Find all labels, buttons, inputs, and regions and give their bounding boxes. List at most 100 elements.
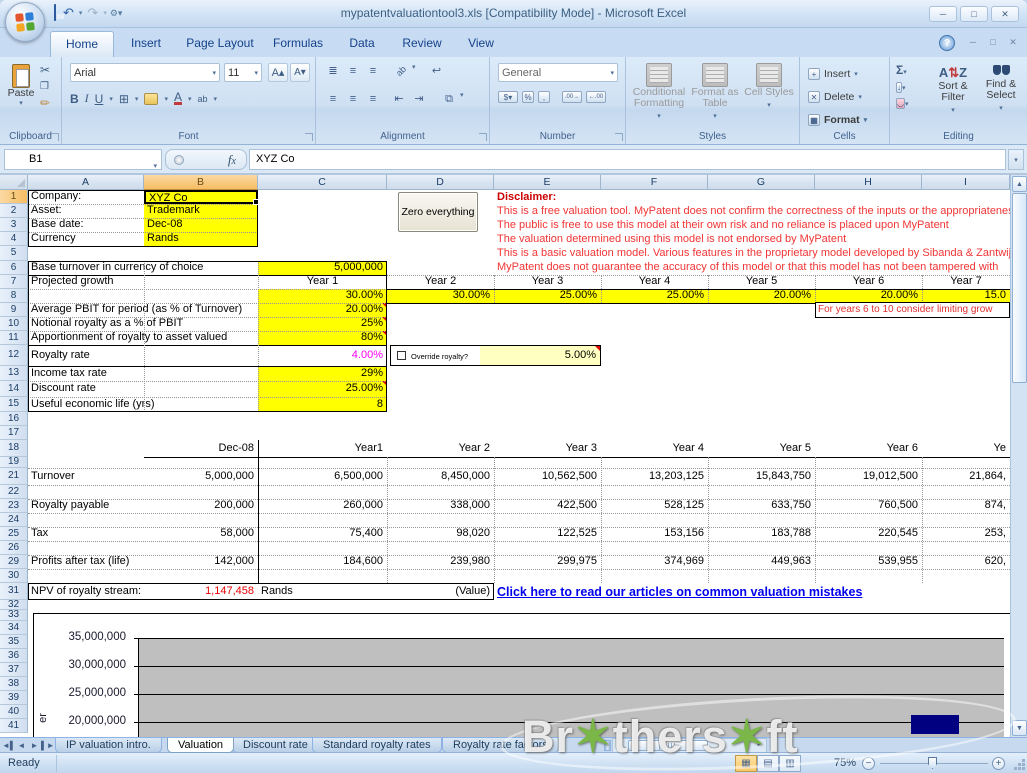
format-painter-icon[interactable]: ✏ [40,96,50,110]
cell-C14[interactable]: 25.00% [258,381,387,397]
cell-A12[interactable]: Royalty rate [28,345,144,366]
qat-customize-button[interactable]: ⚙▾ [110,8,123,19]
cell-I21[interactable]: 21,864, [922,468,1010,485]
cell-I7[interactable]: Year 7 [922,275,1010,289]
cell-F8[interactable]: 25.00% [601,289,708,303]
fill-button[interactable]: ↓▾ [896,81,909,93]
cell-C31[interactable]: Rands [258,583,387,600]
cell-E23[interactable]: 422,500 [494,499,601,513]
cell-B29[interactable]: 142,000 [144,555,258,569]
cell-F18[interactable]: Year 4 [601,440,708,457]
cell-C10[interactable]: 25% [258,317,387,331]
override-royalty-checkbox[interactable] [397,351,406,360]
zoom-in-button[interactable]: + [992,757,1005,770]
row-header-19[interactable]: 19 [0,457,28,468]
first-sheet-button[interactable]: ◄▌ [2,739,15,752]
cell-E29[interactable]: 299,975 [494,555,601,569]
cell-A2[interactable]: Asset: [28,204,144,218]
row-header-2[interactable]: 2 [0,204,28,218]
close-button[interactable]: ✕ [991,6,1019,22]
cell-G8[interactable]: 20.00% [708,289,815,303]
font-size-select[interactable]: 11▾ [224,63,262,82]
cell-A10[interactable]: Notional royalty as a % of PBIT [28,317,144,331]
override-royalty-value[interactable]: 5.00% [480,346,600,365]
view-page-break-button[interactable]: ▥ [779,755,801,772]
row-header-18[interactable]: 18 [0,440,28,457]
formula-bar-expand-button[interactable]: ▾ [1008,149,1024,170]
row-header-8[interactable]: 8 [0,289,28,303]
horizontal-scroll-thumb[interactable] [628,740,708,751]
cell-I29[interactable]: 620, [922,555,1010,569]
cell-E7[interactable]: Year 3 [494,275,601,289]
cell-C11[interactable]: 80% [258,331,387,345]
cell-A21[interactable]: Turnover [28,468,144,485]
row-header-16[interactable]: 16 [0,412,28,426]
cell-F7[interactable]: Year 4 [601,275,708,289]
row-header-29[interactable]: 29 [0,555,28,569]
column-header-G[interactable]: G [708,175,815,190]
fx-icon[interactable]: fx [228,152,236,168]
save-button[interactable] [52,4,58,22]
workbook-close-button[interactable]: ✕ [1003,36,1023,50]
vertical-scrollbar[interactable]: ▲ ▼ [1010,175,1027,737]
row-header-36[interactable]: 36 [0,649,28,663]
zoom-slider-thumb[interactable] [928,757,937,769]
column-header-H[interactable]: H [815,175,922,190]
row-header-34[interactable]: 34 [0,621,28,635]
row-header-12[interactable]: 12 [0,345,28,366]
cell-D18[interactable]: Year 2 [387,440,494,457]
tab-splitter[interactable] [604,740,611,751]
fill-color-button[interactable] [144,93,158,105]
conditional-formatting-button[interactable]: Conditional Formatting ▾ [632,63,686,121]
column-header-F[interactable]: F [601,175,708,190]
cell-B31[interactable]: 1,147,458 [144,583,258,600]
cell-H25[interactable]: 220,545 [815,527,922,541]
resize-grip[interactable] [1013,758,1025,770]
row-header-15[interactable]: 15 [0,397,28,412]
cell-A15[interactable]: Useful economic life (yrs) [28,397,144,412]
cell-G23[interactable]: 633,750 [708,499,815,513]
undo-dropdown[interactable]: ▾ [79,9,83,17]
orientation-button[interactable]: ab [392,63,410,78]
row-header-11[interactable]: 11 [0,331,28,345]
next-sheet-button[interactable]: ► [28,739,41,752]
cell-G25[interactable]: 183,788 [708,527,815,541]
zoom-out-button[interactable]: − [862,757,875,770]
row-header-22[interactable]: 22 [0,485,28,499]
cell-C13[interactable]: 29% [258,366,387,381]
merge-dropdown-icon[interactable]: ▾ [460,91,464,106]
delete-cells-button[interactable]: ✕Delete▾ [808,88,867,106]
row-header-39[interactable]: 39 [0,691,28,705]
cell-B4[interactable]: Rands [144,232,258,246]
workbook-minimize-button[interactable]: ─ [963,36,983,50]
find-select-button[interactable]: Find & Select ▾ [978,65,1024,113]
horizontal-scrollbar[interactable]: ◄ ► [612,738,767,753]
insert-cells-button[interactable]: +Insert▾ [808,65,867,83]
align-top-button[interactable]: ≣ [324,63,342,78]
cell-A11[interactable]: Apportionment of royalty to asset valued [28,331,144,345]
cell-A14[interactable]: Discount rate [28,381,144,397]
tab-page-layout[interactable]: Page Layout [178,31,262,57]
cell-A9[interactable]: Average PBIT for period (as % of Turnove… [28,303,144,317]
clipboard-dialog-launcher[interactable] [51,133,59,141]
cell-B18[interactable]: Dec-08 [144,440,258,457]
row-header-7[interactable]: 7 [0,275,28,289]
cell-B21[interactable]: 5,000,000 [144,468,258,485]
row-header-21[interactable]: 21 [0,468,28,485]
number-dialog-launcher[interactable] [615,133,623,141]
increase-font-button[interactable]: A▴ [268,63,288,82]
cell-C7[interactable]: Year 1 [258,275,387,289]
align-bottom-button[interactable]: ≡ [364,63,382,78]
row-header-25[interactable]: 25 [0,527,28,541]
font-name-select[interactable]: Arial▾ [70,63,220,82]
decrease-indent-button[interactable]: ⇤ [390,91,408,106]
cell-H23[interactable]: 760,500 [815,499,922,513]
autosum-button[interactable]: Σ▾ [896,63,909,77]
prev-sheet-button[interactable]: ◄ [15,739,28,752]
formula-input[interactable]: XYZ Co [249,149,1006,170]
help-icon[interactable]: ? [939,35,955,51]
cell-F29[interactable]: 374,969 [601,555,708,569]
cell-D8[interactable]: 30.00% [387,289,494,303]
cell-I23[interactable]: 874, [922,499,1010,513]
cell-C29[interactable]: 184,600 [258,555,387,569]
